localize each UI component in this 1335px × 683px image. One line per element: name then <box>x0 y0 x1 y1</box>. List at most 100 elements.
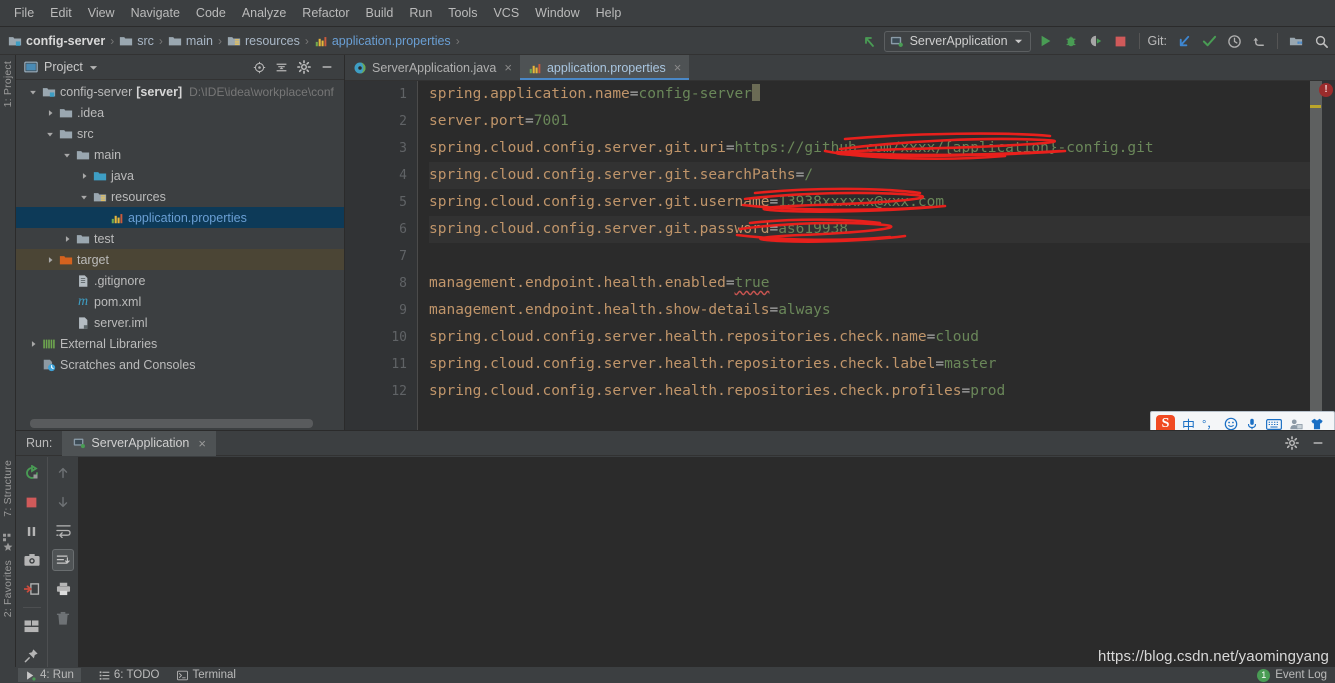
project-tree[interactable]: config-server [server] D:\IDE\idea\workpla… <box>16 81 344 414</box>
camera-icon[interactable] <box>21 549 43 571</box>
tree-node-java[interactable]: java <box>16 165 344 186</box>
tool-window-button-project[interactable]: 1: Project <box>2 61 14 107</box>
menu-item-vcs[interactable]: VCS <box>485 3 527 23</box>
rollback-icon[interactable] <box>1249 31 1269 51</box>
menu-item-window[interactable]: Window <box>527 3 587 23</box>
editor-tab-close-icon[interactable]: × <box>504 60 512 75</box>
tree-node-resources[interactable]: resources <box>16 186 344 207</box>
tree-arrow-down-icon[interactable] <box>26 81 40 102</box>
scroll-to-end-icon[interactable] <box>52 549 74 571</box>
code-line-2[interactable]: server.port=7001 <box>429 108 1335 135</box>
stop-icon[interactable] <box>21 491 43 513</box>
code-line-5[interactable]: spring.cloud.config.server.git.username=… <box>429 189 1335 216</box>
status-bar-item-todo[interactable]: 6: TODO <box>99 669 159 681</box>
collapse-all-icon[interactable] <box>275 61 288 74</box>
tree-node-application-properties[interactable]: application.properties <box>16 207 344 228</box>
chevron-down-icon[interactable] <box>89 63 98 72</box>
settings-gear-icon[interactable] <box>1285 436 1299 450</box>
soft-wrap-icon[interactable] <box>52 520 74 542</box>
tree-arrow-right-icon[interactable] <box>77 165 91 186</box>
commit-icon[interactable] <box>1199 31 1219 51</box>
editor-warning-marker[interactable] <box>1310 105 1321 108</box>
layout-icon[interactable] <box>21 615 43 637</box>
settings-gear-icon[interactable] <box>297 60 311 74</box>
editor-text[interactable]: spring.application.name=config-server ser… <box>419 81 1335 430</box>
up-arrow-icon[interactable] <box>52 462 74 484</box>
menu-item-analyze[interactable]: Analyze <box>234 3 294 23</box>
code-line-11[interactable]: spring.cloud.config.server.health.reposi… <box>429 351 1335 378</box>
code-line-1[interactable]: spring.application.name=config-server <box>429 81 1335 108</box>
tree-arrow-right-icon[interactable] <box>43 249 57 270</box>
export-icon[interactable] <box>21 578 43 600</box>
ime-emoji-icon[interactable] <box>1224 417 1238 431</box>
tree-arrow-down-icon[interactable] <box>43 123 57 144</box>
code-line-9[interactable]: management.endpoint.health.show-details=… <box>429 297 1335 324</box>
menu-item-edit[interactable]: Edit <box>42 3 80 23</box>
code-line-7[interactable] <box>429 243 1335 270</box>
tree-node-config-server[interactable]: config-server [server] D:\IDE\idea\workpla… <box>16 81 344 102</box>
search-everywhere-icon[interactable] <box>1311 31 1331 51</box>
menu-item-run[interactable]: Run <box>401 3 440 23</box>
tool-window-button-structure[interactable]: 7: Structure <box>2 460 14 517</box>
tree-node-external-libraries[interactable]: External Libraries <box>16 333 344 354</box>
breadcrumb-item-config-server[interactable]: config-server <box>6 34 107 48</box>
ime-mic-icon[interactable] <box>1245 417 1259 431</box>
editor-tab-application-properties[interactable]: application.properties × <box>519 55 690 80</box>
tree-node-target[interactable]: target <box>16 249 344 270</box>
tree-arrow-right-icon[interactable] <box>43 102 57 123</box>
code-line-8[interactable]: management.endpoint.health.enabled=true <box>429 270 1335 297</box>
code-line-10[interactable]: spring.cloud.config.server.health.reposi… <box>429 324 1335 351</box>
vcs-group-icon[interactable] <box>1286 31 1306 51</box>
tree-node-server-iml[interactable]: server.iml <box>16 312 344 333</box>
menu-item-navigate[interactable]: Navigate <box>123 3 188 23</box>
run-with-coverage-button[interactable] <box>1086 31 1106 51</box>
status-bar-item-terminal[interactable]: Terminal <box>177 669 236 681</box>
breadcrumb-item-resources[interactable]: resources <box>225 34 302 48</box>
down-arrow-icon[interactable] <box>52 491 74 513</box>
ime-keyboard-icon[interactable] <box>1266 418 1283 431</box>
ime-user-card-icon[interactable] <box>1289 417 1303 431</box>
locate-icon[interactable] <box>253 61 266 74</box>
run-configuration-selector[interactable]: ServerApplication <box>883 30 1031 52</box>
tree-arrow-right-icon[interactable] <box>26 333 40 354</box>
menu-item-view[interactable]: View <box>80 3 123 23</box>
event-log-label[interactable]: Event Log <box>1275 669 1327 681</box>
breadcrumb-item-main[interactable]: main <box>166 34 215 48</box>
debug-button[interactable] <box>1061 31 1081 51</box>
stop-button[interactable] <box>1111 31 1131 51</box>
editor-scrollbar[interactable] <box>1310 81 1322 430</box>
pin-icon[interactable] <box>21 644 43 666</box>
editor-tab-serverapplication-java[interactable]: ServerApplication.java × <box>345 55 520 80</box>
minimize-icon[interactable] <box>1311 436 1325 450</box>
project-tree-hscrollbar[interactable] <box>30 419 313 428</box>
tree-arrow-down-icon[interactable] <box>77 186 91 207</box>
tree-arrow-right-icon[interactable] <box>60 228 74 249</box>
menu-item-help[interactable]: Help <box>588 3 630 23</box>
menu-item-build[interactable]: Build <box>358 3 402 23</box>
run-panel-tab[interactable]: ServerApplication × <box>62 430 216 456</box>
trash-icon[interactable] <box>52 607 74 629</box>
breadcrumb[interactable]: config-server › src › main › resources › applica… <box>6 34 463 48</box>
history-icon[interactable] <box>1224 31 1244 51</box>
tree-arrow-down-icon[interactable] <box>60 144 74 165</box>
menu-item-refactor[interactable]: Refactor <box>294 3 357 23</box>
tree-node--gitignore[interactable]: .gitignore <box>16 270 344 291</box>
tool-window-button-favorites[interactable]: 2: Favorites <box>2 560 14 617</box>
breadcrumb-item-application-properties[interactable]: application.properties <box>312 34 453 48</box>
back-arrow-icon[interactable] <box>859 31 879 51</box>
run-button[interactable] <box>1036 31 1056 51</box>
run-panel-tab-close-icon[interactable]: × <box>198 436 206 451</box>
menu-item-tools[interactable]: Tools <box>440 3 485 23</box>
breadcrumb-item-src[interactable]: src <box>117 34 156 48</box>
editor-tab-close-icon[interactable]: × <box>674 60 682 75</box>
rerun-icon[interactable] <box>21 462 43 484</box>
tree-node-test[interactable]: test <box>16 228 344 249</box>
menu-item-file[interactable]: File <box>6 3 42 23</box>
code-line-3[interactable]: spring.cloud.config.server.git.uri=https… <box>429 135 1335 162</box>
tree-node-src[interactable]: src <box>16 123 344 144</box>
tree-node-scratches-and-consoles[interactable]: Scratches and Consoles <box>16 354 344 375</box>
tree-node-pom-xml[interactable]: m pom.xml <box>16 291 344 312</box>
tree-node-main[interactable]: main <box>16 144 344 165</box>
editor-error-badge[interactable]: ! <box>1319 83 1333 97</box>
minimize-icon[interactable] <box>320 60 334 74</box>
